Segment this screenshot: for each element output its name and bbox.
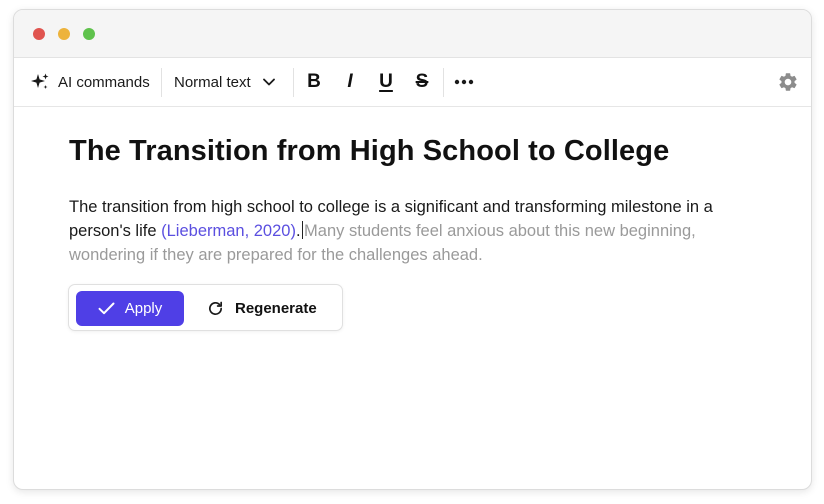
ai-commands-button[interactable]: AI commands <box>30 58 150 106</box>
text-style-label: Normal text <box>174 73 251 91</box>
editor-window: AI commands Normal text B I U S The Tran… <box>13 9 812 490</box>
toolbar-divider <box>293 68 294 97</box>
maximize-window-button[interactable] <box>83 28 95 40</box>
regenerate-button[interactable]: Regenerate <box>207 291 317 326</box>
sparkle-icon <box>30 72 50 92</box>
more-icon <box>454 79 474 85</box>
underline-icon: U <box>379 71 393 92</box>
close-window-button[interactable] <box>33 28 45 40</box>
gear-icon <box>777 71 799 93</box>
title-bar <box>14 10 811 58</box>
more-options-button[interactable] <box>454 58 474 106</box>
document-area[interactable]: The Transition from High School to Colle… <box>14 107 811 489</box>
minimize-window-button[interactable] <box>58 28 70 40</box>
bold-button[interactable]: B <box>306 58 322 106</box>
settings-button[interactable] <box>777 58 799 106</box>
underline-button[interactable]: U <box>378 58 394 106</box>
apply-button[interactable]: Apply <box>76 291 184 326</box>
check-icon <box>98 302 115 315</box>
suggestion-actions: Apply Regenerate <box>68 284 343 331</box>
italic-icon: I <box>347 71 353 92</box>
ai-commands-label: AI commands <box>58 73 150 91</box>
toolbar-divider <box>443 68 444 97</box>
formatting-toolbar: AI commands Normal text B I U S <box>14 58 811 107</box>
refresh-icon <box>207 300 224 317</box>
regenerate-label: Regenerate <box>235 300 317 317</box>
document-paragraph[interactable]: The transition from high school to colle… <box>69 195 759 267</box>
italic-button[interactable]: I <box>342 58 358 106</box>
text-cursor <box>301 221 304 239</box>
strikethrough-button[interactable]: S <box>414 58 430 106</box>
strikethrough-icon: S <box>415 71 429 92</box>
document-title: The Transition from High School to Colle… <box>69 135 670 167</box>
citation-link[interactable]: (Lieberman, 2020) <box>161 222 296 240</box>
bold-icon: B <box>307 71 321 92</box>
text-style-dropdown[interactable]: Normal text <box>174 58 275 106</box>
apply-label: Apply <box>124 300 163 317</box>
chevron-down-icon <box>262 78 275 86</box>
sentence-period: . <box>295 222 301 240</box>
toolbar-divider <box>161 68 162 97</box>
